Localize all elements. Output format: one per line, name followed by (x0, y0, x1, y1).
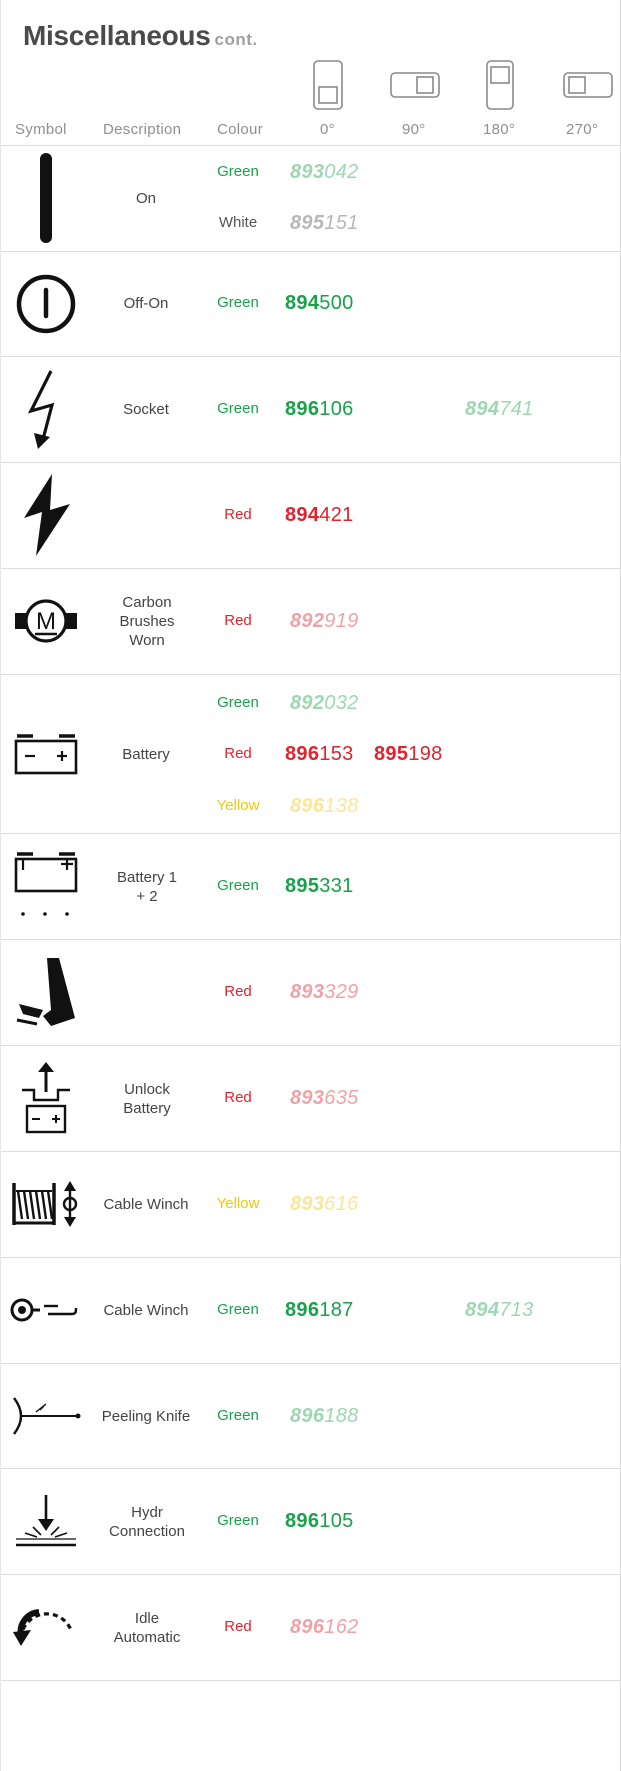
part-number-90: 895198 (374, 743, 443, 765)
row-colour: Green (217, 1301, 259, 1318)
header-symbol: Symbol (15, 121, 67, 138)
row-colour: Red (224, 1089, 252, 1106)
pedal-icon (1, 944, 91, 1040)
header-0deg: 0° (320, 121, 335, 138)
part-number: 895151 (290, 212, 359, 234)
row-divider (1, 1363, 621, 1364)
header-description: Description (103, 121, 182, 138)
row-colour: Red (224, 745, 252, 762)
row-colour: Yellow (216, 1195, 260, 1212)
row-divider (1, 1680, 621, 1681)
row-colour: Green (217, 1407, 259, 1424)
part-number: 893635 (290, 1087, 359, 1109)
row-description: Carbon Brushes Worn (119, 594, 175, 649)
peeling-knife-icon (1, 1368, 91, 1464)
row-colour: Green (217, 400, 259, 417)
part-number: 893616 (290, 1193, 359, 1215)
row-divider (1, 145, 621, 146)
part-number: 896105 (285, 1510, 354, 1532)
row-description: Socket (123, 401, 169, 418)
row-colour: Red (224, 506, 252, 523)
row-divider (1, 1151, 621, 1152)
idle-automatic-icon (1, 1579, 91, 1675)
part-number: 893042 (290, 161, 359, 183)
row-divider (1, 939, 621, 940)
row-description: Off-On (123, 295, 169, 312)
part-number: 896106 (285, 398, 354, 420)
unlock-battery-icon (1, 1050, 91, 1146)
header-180deg: 180° (483, 121, 516, 138)
part-number: 896162 (290, 1616, 359, 1638)
row-divider (1, 674, 621, 675)
part-number: 896187 (285, 1299, 354, 1321)
row-colour: Yellow (216, 797, 260, 814)
row-colour: Red (224, 983, 252, 1000)
part-number: 896138 (290, 795, 359, 817)
row-description: On (135, 190, 156, 207)
on-icon (1, 150, 91, 246)
row-divider (1, 1257, 621, 1258)
row-description: Hydr Connection (109, 1504, 185, 1540)
row-description: Battery (122, 746, 170, 763)
row-divider (1, 1468, 621, 1469)
battery-icon (1, 680, 91, 828)
part-number: 893329 (290, 981, 359, 1003)
orientation-0-icon (313, 60, 343, 110)
cable-winch-drum-icon (1, 1156, 91, 1252)
part-number: 896188 (290, 1405, 359, 1427)
part-number: 894500 (285, 292, 354, 314)
row-description: Unlock Battery (123, 1081, 171, 1117)
orientation-90-icon (390, 72, 440, 98)
part-number: 895331 (285, 875, 354, 897)
header-colour: Colour (217, 121, 263, 138)
part-number: 894421 (285, 504, 354, 526)
battery-1-2-icon (1, 838, 91, 934)
row-colour: Red (224, 1618, 252, 1635)
row-divider (1, 356, 621, 357)
row-description: Idle Automatic (113, 1610, 181, 1646)
row-colour: White (218, 214, 258, 231)
row-description: Battery 1 + 2 (116, 869, 178, 905)
header-90deg: 90° (402, 121, 426, 138)
part-number: 892032 (290, 692, 359, 714)
part-number: 896153 (285, 743, 354, 765)
row-description: Cable Winch (103, 1196, 189, 1213)
cable-winch-hook-icon (1, 1262, 91, 1358)
row-divider (1, 1574, 621, 1575)
orientation-180-icon (486, 60, 514, 110)
motor-icon: M (1, 573, 91, 669)
row-divider (1, 462, 621, 463)
row-colour: Red (224, 612, 252, 629)
orientation-270-icon (563, 72, 613, 98)
socket-icon (1, 361, 91, 457)
part-number-180: 894713 (465, 1299, 534, 1321)
row-divider (1, 1045, 621, 1046)
page-title-suffix: cont. (214, 30, 258, 49)
header-270deg: 270° (566, 121, 599, 138)
row-colour: Green (217, 1512, 259, 1529)
row-divider (1, 568, 621, 569)
row-colour: Green (217, 294, 259, 311)
row-description: Peeling Knife (101, 1408, 191, 1425)
hydr-connection-icon (1, 1473, 91, 1569)
part-number: 892919 (290, 610, 359, 632)
catalog-sheet: Miscellaneous cont. Symbol Description Co… (0, 0, 621, 1771)
off-on-icon (1, 256, 91, 352)
row-colour: Green (217, 877, 259, 894)
svg-text:M: M (36, 608, 56, 635)
row-divider (1, 833, 621, 834)
row-colour: Green (217, 694, 259, 711)
row-divider (1, 251, 621, 252)
page-title: Miscellaneous cont. (23, 20, 258, 51)
lightning-icon (1, 467, 91, 563)
row-colour: Green (217, 163, 259, 180)
part-number-180: 894741 (465, 398, 534, 420)
row-description: Cable Winch (103, 1302, 189, 1319)
